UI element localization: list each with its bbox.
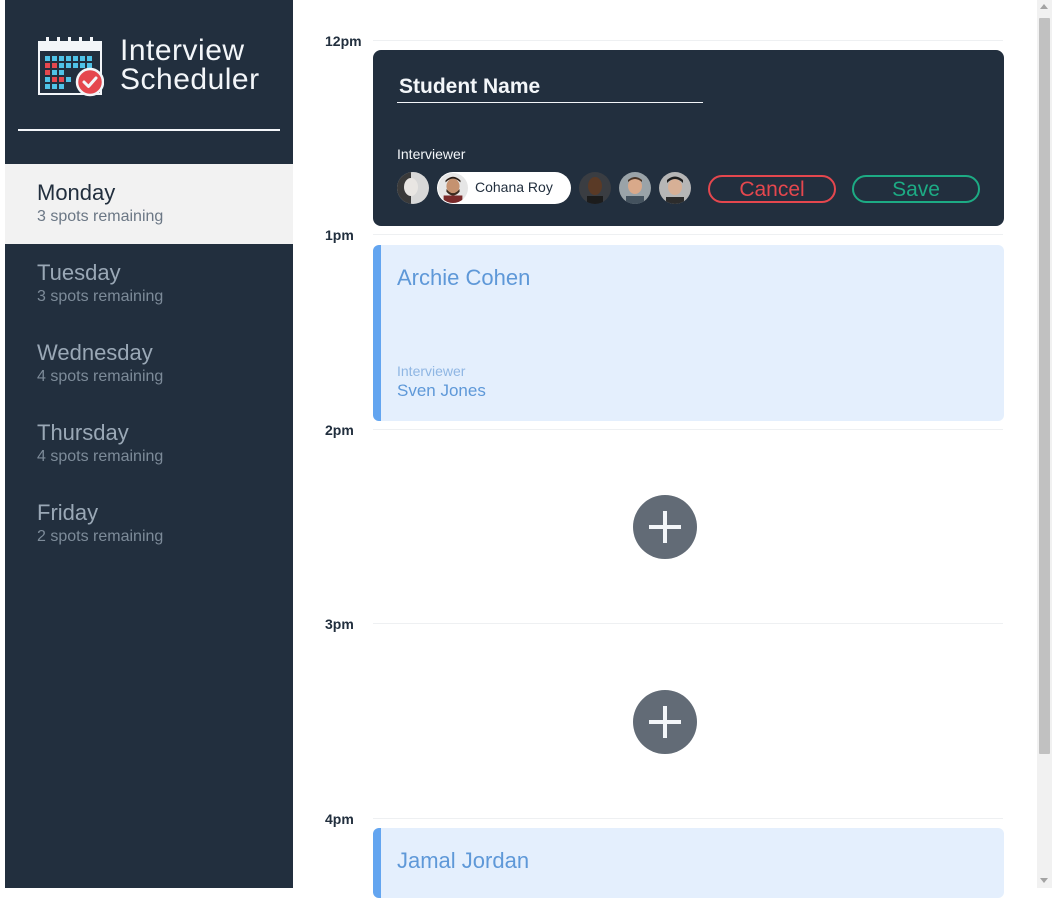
selected-interviewer-name: Cohana Roy: [475, 179, 553, 195]
avatar-photo: [397, 172, 429, 204]
hour-divider: [373, 818, 1003, 819]
appointment-student-name: Archie Cohen: [397, 265, 531, 290]
appointment-student-name: Jamal Jordan: [397, 848, 530, 873]
day-spots: 3 spots remaining: [37, 288, 164, 305]
day-item-tuesday[interactable]: Tuesday 3 spots remaining: [5, 244, 293, 324]
add-appointment-button[interactable]: [633, 690, 697, 754]
avatar-photo: [619, 172, 651, 204]
interviewer-avatar[interactable]: [579, 172, 611, 204]
interviewer-avatar[interactable]: [397, 172, 429, 204]
interviewer-avatar: [438, 173, 468, 203]
appointment-form: Interviewer: [373, 50, 1004, 226]
hour-label-12pm: 12pm: [325, 33, 362, 49]
hour-divider: [373, 429, 1003, 430]
day-item-thursday[interactable]: Thursday 4 spots remaining: [5, 404, 293, 484]
day-spots: 4 spots remaining: [37, 448, 164, 465]
day-name: Tuesday: [37, 260, 121, 285]
day-spots: 3 spots remaining: [37, 208, 164, 225]
scrollbar-thumb[interactable]: [1039, 18, 1050, 754]
student-name-input[interactable]: [397, 72, 703, 103]
interviewer-label: Interviewer: [397, 146, 466, 162]
hour-divider: [373, 40, 1003, 41]
app-title-line1: Interview: [120, 34, 245, 67]
appointment-card[interactable]: Archie Cohen Interviewer Sven Jones: [373, 245, 1004, 421]
calendar-check-icon: [38, 37, 104, 97]
day-item-monday[interactable]: Monday 3 spots remaining: [5, 164, 293, 244]
app-title-line2: Scheduler: [120, 63, 260, 96]
day-name: Wednesday: [37, 340, 153, 365]
avatar-photo: [579, 172, 611, 204]
day-name: Thursday: [37, 420, 129, 445]
add-appointment-button[interactable]: [633, 495, 697, 559]
sidebar-divider: [18, 129, 280, 131]
avatar-photo: [438, 173, 468, 203]
sidebar: Interview Scheduler Monday 3 spots remai…: [5, 0, 293, 888]
brand: Interview Scheduler: [38, 36, 278, 98]
cancel-button[interactable]: Cancel: [708, 175, 836, 203]
avatar-photo: [659, 172, 691, 204]
day-item-wednesday[interactable]: Wednesday 4 spots remaining: [5, 324, 293, 404]
hour-label-2pm: 2pm: [325, 422, 354, 438]
appointment-interviewer-name: Sven Jones: [397, 381, 486, 400]
schedule: 12pm 1pm 2pm 3pm 4pm Interviewer: [293, 0, 1037, 898]
hour-label-4pm: 4pm: [325, 811, 354, 827]
hour-label-3pm: 3pm: [325, 616, 354, 632]
selected-interviewer[interactable]: Cohana Roy: [437, 172, 571, 204]
day-item-friday[interactable]: Friday 2 spots remaining: [5, 484, 293, 564]
day-spots: 2 spots remaining: [37, 528, 164, 545]
scroll-down-arrow-icon[interactable]: [1040, 878, 1048, 883]
hour-divider: [373, 234, 1003, 235]
save-button[interactable]: Save: [852, 175, 980, 203]
vertical-scrollbar[interactable]: [1037, 0, 1052, 888]
hour-divider: [373, 623, 1003, 624]
app-title: Interview Scheduler: [120, 34, 260, 96]
day-name: Friday: [37, 500, 99, 525]
day-list: Monday 3 spots remaining Tuesday 3 spots…: [5, 164, 293, 564]
interviewer-avatar[interactable]: [619, 172, 651, 204]
interviewer-avatar[interactable]: [659, 172, 691, 204]
day-spots: 4 spots remaining: [37, 368, 164, 385]
day-name: Monday: [37, 180, 116, 205]
hour-label-1pm: 1pm: [325, 227, 354, 243]
appointment-interviewer-label: Interviewer: [397, 363, 466, 379]
scroll-up-arrow-icon[interactable]: [1040, 4, 1048, 9]
